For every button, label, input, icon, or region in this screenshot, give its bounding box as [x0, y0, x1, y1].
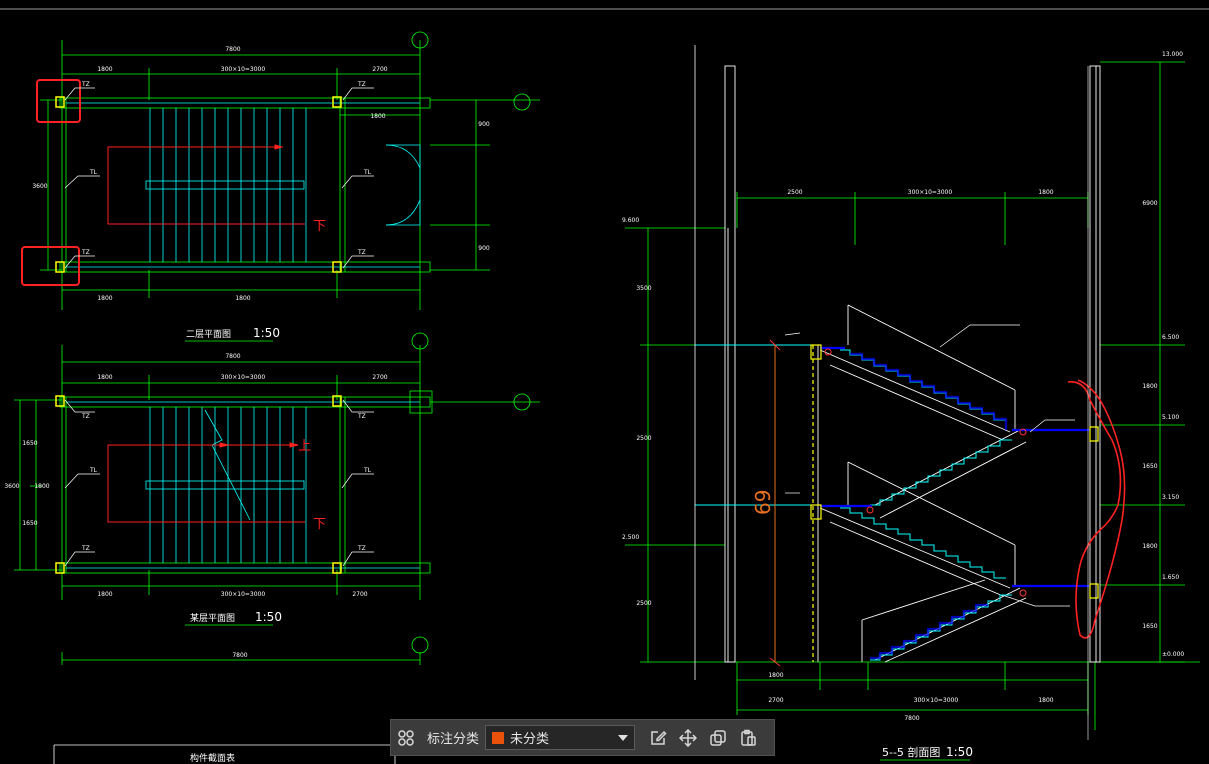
dim-text: 1800	[34, 483, 49, 490]
dim-text: 1800	[97, 374, 112, 381]
dim-text: 2700	[372, 374, 387, 381]
chevron-down-icon	[618, 734, 629, 741]
label-text: TZ	[357, 81, 366, 88]
dim-text: 1800	[97, 66, 112, 73]
dim-text: 6900	[1142, 200, 1157, 207]
dim-text: 3500	[636, 285, 651, 292]
annotation-category-label: 标注分类	[427, 732, 480, 747]
direction-text: 下	[313, 219, 326, 234]
table-title: 构件截面表	[190, 752, 235, 764]
plan-scale: 1:50	[255, 610, 282, 624]
dim-text: 1800	[97, 295, 112, 302]
dim-text: 7800	[904, 715, 919, 722]
section-5-5: 13.000 9.600 6.500 5.100 3.150 2.500 1.6…	[622, 51, 1200, 761]
dim-text: 7800	[225, 46, 240, 53]
annotation-toolbar: 标注分类 未分类	[390, 719, 775, 756]
plan-title: 二层平面图	[186, 329, 231, 340]
dim-text: 1800	[1038, 189, 1053, 196]
level-text: 13.000	[1162, 51, 1183, 58]
dim-text: 1650	[22, 520, 37, 527]
cad-drawing-canvas[interactable]: 7800 1800 300×10=3000 2700 1800 1800 180…	[0, 0, 1209, 764]
dim-text: 1800	[235, 295, 250, 302]
dim-text: 3600	[32, 183, 47, 190]
section-scale: 1:50	[946, 745, 973, 759]
label-text: TZ	[357, 545, 366, 552]
dim-text: 2700	[372, 66, 387, 73]
dim-text: 2700	[768, 697, 783, 704]
level-text: 2.500	[622, 534, 639, 541]
plan-scale: 1:50	[253, 326, 280, 340]
label-text: TL	[363, 169, 372, 176]
level-text: 1.650	[1162, 574, 1179, 581]
paste-icon[interactable]	[733, 723, 763, 753]
component-table: 构件截面表	[53, 744, 396, 764]
category-color-swatch	[492, 731, 505, 744]
dim-text: 300×10=3000	[221, 591, 266, 598]
dim-text: 300×10=3000	[221, 374, 266, 381]
level-text: 6.500	[1162, 334, 1179, 341]
label-text: TZ	[357, 249, 366, 256]
dim-text: 300×10=3000	[914, 697, 959, 704]
dim-text: 1800	[370, 113, 385, 120]
label-text: TL	[363, 467, 372, 474]
label-text: TL	[89, 169, 98, 176]
dim-text: 1800	[1038, 697, 1053, 704]
move-icon[interactable]	[673, 723, 703, 753]
label-text: TZ	[81, 81, 90, 88]
plan-bottom: 7800 1800 300×10=3000 2700 1800 300×10=3…	[4, 332, 540, 665]
dim-text: 7800	[232, 652, 247, 659]
dim-text: 2500	[787, 189, 802, 196]
label-text: TL	[89, 467, 98, 474]
dim-text: 1650	[22, 440, 37, 447]
label-text: TZ	[81, 249, 90, 256]
dim-text: 1800	[1142, 383, 1157, 390]
dim-text: 1800	[1142, 543, 1157, 550]
dim-text: 900	[478, 121, 490, 128]
direction-text: 上	[298, 439, 311, 454]
label-text: TZ	[81, 413, 90, 420]
dim-text: 1800	[768, 672, 783, 679]
section-title: 5--5 剖面图	[882, 745, 940, 759]
dim-text: 3600	[4, 483, 19, 490]
dim-text: 1800	[97, 591, 112, 598]
annotation-category-select[interactable]: 未分类	[485, 725, 636, 750]
edit-icon[interactable]	[643, 723, 673, 753]
handwritten-number: 69	[751, 490, 775, 515]
label-text: TZ	[81, 545, 90, 552]
direction-text: 下	[313, 517, 326, 532]
plan-top: 7800 1800 300×10=3000 2700 1800 1800 180…	[21, 31, 540, 342]
dim-text: 1650	[1142, 463, 1157, 470]
dim-text: 2500	[636, 435, 651, 442]
dim-text: 2700	[352, 591, 367, 598]
dim-text: 7800	[225, 353, 240, 360]
dim-text: 2500	[636, 600, 651, 607]
dim-text: 1650	[1142, 623, 1157, 630]
level-text: 5.100	[1162, 414, 1179, 421]
level-text: ±0.000	[1162, 651, 1184, 658]
dim-text: 300×10=3000	[908, 189, 953, 196]
category-select-value: 未分类	[510, 732, 550, 747]
level-text: 9.600	[622, 217, 639, 224]
level-text: 3.150	[1162, 494, 1179, 501]
label-text: TZ	[357, 413, 366, 420]
grid-apps-icon[interactable]	[391, 723, 421, 753]
dim-text: 900	[478, 245, 490, 252]
dim-text: 300×10=3000	[221, 66, 266, 73]
plan-title: 某层平面图	[190, 613, 235, 624]
copy-icon[interactable]	[703, 723, 733, 753]
